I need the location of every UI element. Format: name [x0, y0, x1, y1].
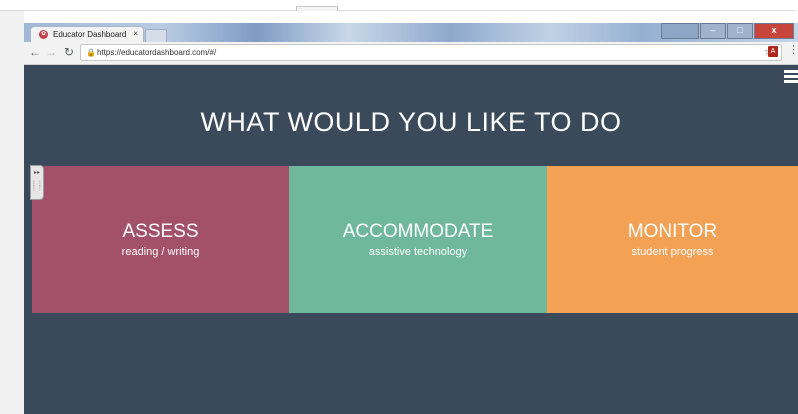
accommodate-subtitle: assistive technology: [368, 246, 468, 258]
close-tab-icon[interactable]: ×: [133, 29, 138, 38]
monitor-tile[interactable]: MONITOR student progress: [547, 166, 798, 313]
hamburger-menu-icon[interactable]: [782, 68, 798, 86]
reload-icon[interactable]: ↻: [62, 44, 76, 60]
left-margin: [0, 11, 24, 414]
side-panel-toggle[interactable]: ▸▸ ⋮⋮ ⋮⋮: [30, 165, 44, 200]
action-tiles: ASSESS reading / writing ACCOMMODATE ass…: [32, 166, 798, 313]
educator-dashboard-icon: ✿: [39, 30, 48, 39]
address-bar[interactable]: 🔒 https://educatordashboard.com/#/ ☆: [80, 44, 782, 61]
url-text: https://educatordashboard.com/#/: [97, 48, 217, 57]
page-headline: WHAT WOULD YOU LIKE TO DO: [200, 107, 622, 137]
top-divider: [0, 10, 795, 11]
maximize-button[interactable]: □: [727, 23, 753, 39]
assess-title: ASSESS: [122, 221, 199, 242]
drag-handle[interactable]: [296, 6, 338, 11]
acrobat-extension-icon[interactable]: A: [768, 46, 778, 57]
browser-toolbar: ← → ↻ 🔒 https://educatordashboard.com/#/…: [24, 42, 798, 65]
window-controls: – □ x: [660, 23, 794, 39]
lock-icon: 🔒: [86, 48, 96, 57]
browser-tab[interactable]: ✿ Educator Dashboard ×: [30, 26, 144, 43]
user-profile-button[interactable]: [661, 23, 699, 39]
expand-arrows-icon: ▸▸: [33, 170, 41, 176]
title-bar: ✿ Educator Dashboard × – □ x: [24, 23, 798, 43]
accommodate-title: ACCOMMODATE: [342, 221, 494, 242]
forward-arrow-icon[interactable]: →: [44, 44, 58, 60]
close-window-button[interactable]: x: [754, 23, 794, 39]
monitor-title: MONITOR: [627, 221, 718, 242]
monitor-subtitle: student progress: [631, 246, 714, 258]
new-tab-button[interactable]: [145, 29, 167, 43]
dashboard-page: WHAT WOULD YOU LIKE TO DO ASSESS reading…: [24, 65, 798, 414]
minimize-button[interactable]: –: [700, 23, 726, 39]
browser-window: ✿ Educator Dashboard × – □ x ← → ↻ 🔒 htt…: [24, 23, 798, 414]
browser-menu-icon[interactable]: ⋮: [788, 43, 798, 56]
assess-subtitle: reading / writing: [121, 246, 200, 258]
grip-icon: ⋮⋮ ⋮⋮: [31, 181, 43, 192]
back-arrow-icon[interactable]: ←: [28, 44, 42, 60]
assess-tile[interactable]: ASSESS reading / writing: [32, 166, 289, 313]
accommodate-tile[interactable]: ACCOMMODATE assistive technology: [289, 166, 547, 313]
tab-title: Educator Dashboard: [53, 30, 127, 39]
